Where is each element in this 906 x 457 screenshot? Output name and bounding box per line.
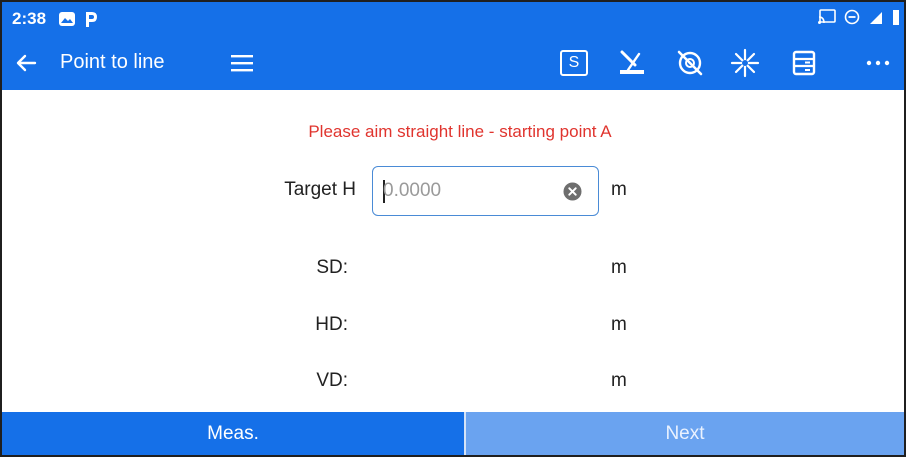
sd-label: SD: xyxy=(316,257,348,278)
instruction-prompt: Please aim straight line - starting poin… xyxy=(308,122,612,141)
instrument-icon[interactable] xyxy=(616,47,648,79)
s-mode-button[interactable]: S xyxy=(558,47,590,79)
meas-button[interactable]: Meas. xyxy=(2,412,464,455)
status-time: 2:38 xyxy=(12,9,47,28)
cast-icon xyxy=(818,8,836,30)
back-arrow-icon[interactable] xyxy=(14,50,40,76)
signal-icon xyxy=(868,9,884,30)
next-button[interactable]: Next xyxy=(466,412,904,455)
app-window: 2:38 Point to line S Please aim straight… xyxy=(0,0,906,457)
target-h-unit: m xyxy=(611,179,627,200)
status-bar: 2:38 xyxy=(2,2,904,36)
compass-off-icon[interactable] xyxy=(674,47,706,79)
battery-icon xyxy=(892,8,900,31)
gallery-icon xyxy=(58,10,76,28)
more-icon[interactable] xyxy=(862,47,894,79)
vd-label: VD: xyxy=(316,370,348,391)
hd-unit: m xyxy=(611,314,627,335)
status-icons xyxy=(818,8,900,31)
target-h-input[interactable] xyxy=(383,178,553,204)
bottom-action-bar: Meas. Next xyxy=(2,412,904,455)
hd-label: HD: xyxy=(315,314,348,335)
parking-app-icon xyxy=(82,10,100,28)
target-h-field[interactable] xyxy=(372,166,599,216)
list-icon[interactable] xyxy=(788,47,820,79)
clear-icon[interactable] xyxy=(563,182,582,201)
app-bar: Point to line S xyxy=(2,36,904,90)
sd-unit: m xyxy=(611,257,627,278)
laser-icon[interactable] xyxy=(729,47,761,79)
menu-icon[interactable] xyxy=(230,52,254,74)
s-mode-label: S xyxy=(560,50,588,76)
do-not-disturb-icon xyxy=(844,9,860,30)
page-title: Point to line xyxy=(60,51,165,73)
main-content: Please aim straight line - starting poin… xyxy=(2,90,904,412)
vd-unit: m xyxy=(611,370,627,391)
target-h-label: Target H xyxy=(284,179,356,200)
